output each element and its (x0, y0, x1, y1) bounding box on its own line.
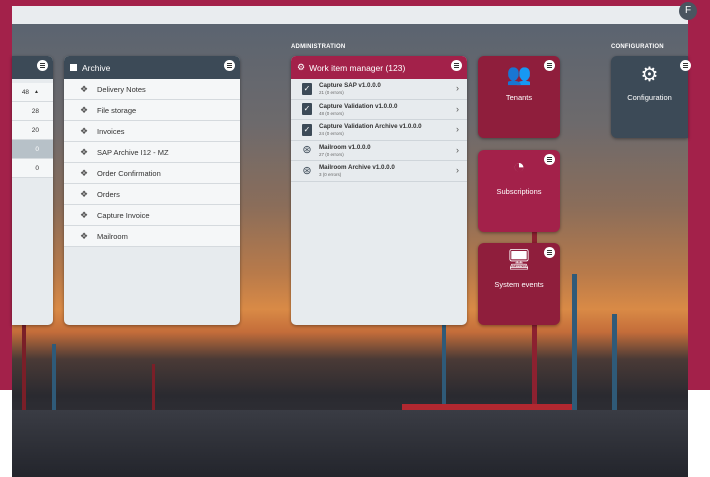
menu-icon[interactable] (224, 60, 235, 71)
configuration-tile[interactable]: ⚙ Configuration (611, 56, 691, 138)
chevron-right-icon: › (456, 144, 459, 155)
work-item-row[interactable]: ✓ Capture Validation Archive v1.0.0.0 24 … (291, 120, 467, 141)
cube-icon: ❖ (79, 168, 89, 178)
system-events-tile[interactable]: 🖥 System events (478, 243, 560, 325)
users-icon: 👥 (506, 64, 532, 86)
subscriptions-label: Subscriptions (496, 187, 542, 196)
top-bar (12, 6, 688, 24)
app-stage: F ADMINISTRATION CONFIGURATION 48 ▲ 28 20… (0, 0, 710, 477)
cube-icon: ❖ (79, 210, 89, 220)
tenants-label: Tenants (505, 93, 533, 102)
list-item[interactable]: 0 (12, 159, 53, 178)
work-item-panel: ⚙ Work item manager (123) ✓ Capture SAP … (291, 56, 467, 325)
work-item-row[interactable]: ✓ Capture SAP v1.0.0.0 21 (0 errors) › (291, 79, 467, 100)
robot-icon: ⊛ (302, 164, 312, 177)
work-item-row[interactable]: ⊛ Mailroom v1.0.0.0 27 (0 errors) › (291, 140, 467, 161)
archive-item[interactable]: ❖ Order Confirmation (64, 163, 240, 184)
robot-icon: ⊛ (302, 144, 312, 157)
chevron-right-icon: › (456, 103, 459, 114)
list-item[interactable]: 28 (12, 102, 53, 121)
archive-item[interactable]: ❖ Orders (64, 184, 240, 205)
checkbox-icon: ✓ (302, 123, 312, 136)
work-item-header: ⚙ Work item manager (123) (291, 56, 467, 79)
archive-item[interactable]: ❖ Invoices (64, 121, 240, 142)
cube-icon: ❖ (79, 84, 89, 94)
list-item[interactable]: 20 (12, 121, 53, 140)
subscriptions-tile[interactable]: ◔ Subscriptions (478, 150, 560, 232)
menu-icon[interactable] (37, 60, 48, 71)
archive-header: Archive (64, 56, 240, 79)
archive-icon (70, 64, 77, 71)
left-panel-header (12, 56, 53, 79)
archive-title: Archive (82, 62, 111, 73)
work-item-title: Work item manager (123) (309, 62, 406, 73)
chevron-right-icon: › (456, 83, 459, 93)
menu-icon[interactable] (451, 60, 462, 71)
configuration-label: Configuration (627, 93, 672, 102)
work-item-row[interactable]: ✓ Capture Validation v1.0.0.0 48 (0 error… (291, 99, 467, 120)
left-panel: 48 ▲ 28 20 0 0 (12, 56, 53, 325)
gears-icon: ⚙ (640, 64, 659, 86)
robot-icon: ⚙ (297, 62, 306, 72)
section-administration: ADMINISTRATION (291, 44, 346, 50)
chevron-right-icon: › (456, 124, 459, 134)
system-events-label: System events (494, 280, 544, 289)
archive-item[interactable]: ❖ Mailroom (64, 226, 240, 247)
list-item[interactable]: 48 ▲ (12, 83, 53, 102)
archive-panel: Archive ❖ Delivery Notes ❖ File storage ❖ I… (64, 56, 240, 325)
chevron-right-icon: › (456, 165, 459, 175)
cube-icon: ❖ (79, 147, 89, 157)
work-item-row[interactable]: ⊛ Mailroom Archive v1.0.0.0 3 (0 errors) … (291, 161, 467, 182)
archive-item[interactable]: ❖ Capture Invoice (64, 205, 240, 226)
pie-chart-icon: ◔ (512, 156, 526, 178)
list-item[interactable]: 0 (12, 140, 53, 159)
archive-item[interactable]: ❖ Delivery Notes (64, 79, 240, 100)
section-configuration: CONFIGURATION (611, 44, 664, 50)
checkbox-icon: ✓ (302, 82, 312, 95)
monitor-icon: 🖥 (506, 249, 532, 271)
cube-icon: ❖ (79, 105, 89, 115)
cube-icon: ❖ (79, 189, 89, 199)
cube-icon: ❖ (79, 231, 89, 241)
checkbox-icon: ✓ (302, 103, 312, 116)
tenants-tile[interactable]: 👥 Tenants (478, 56, 560, 138)
archive-item[interactable]: ❖ SAP Archive I12 - MZ (64, 142, 240, 163)
archive-item[interactable]: ❖ File storage (64, 100, 240, 121)
harbor-water (12, 410, 688, 477)
cube-icon: ❖ (79, 126, 89, 136)
caret-up-icon: ▲ (34, 89, 39, 95)
user-avatar[interactable]: F (679, 2, 697, 20)
